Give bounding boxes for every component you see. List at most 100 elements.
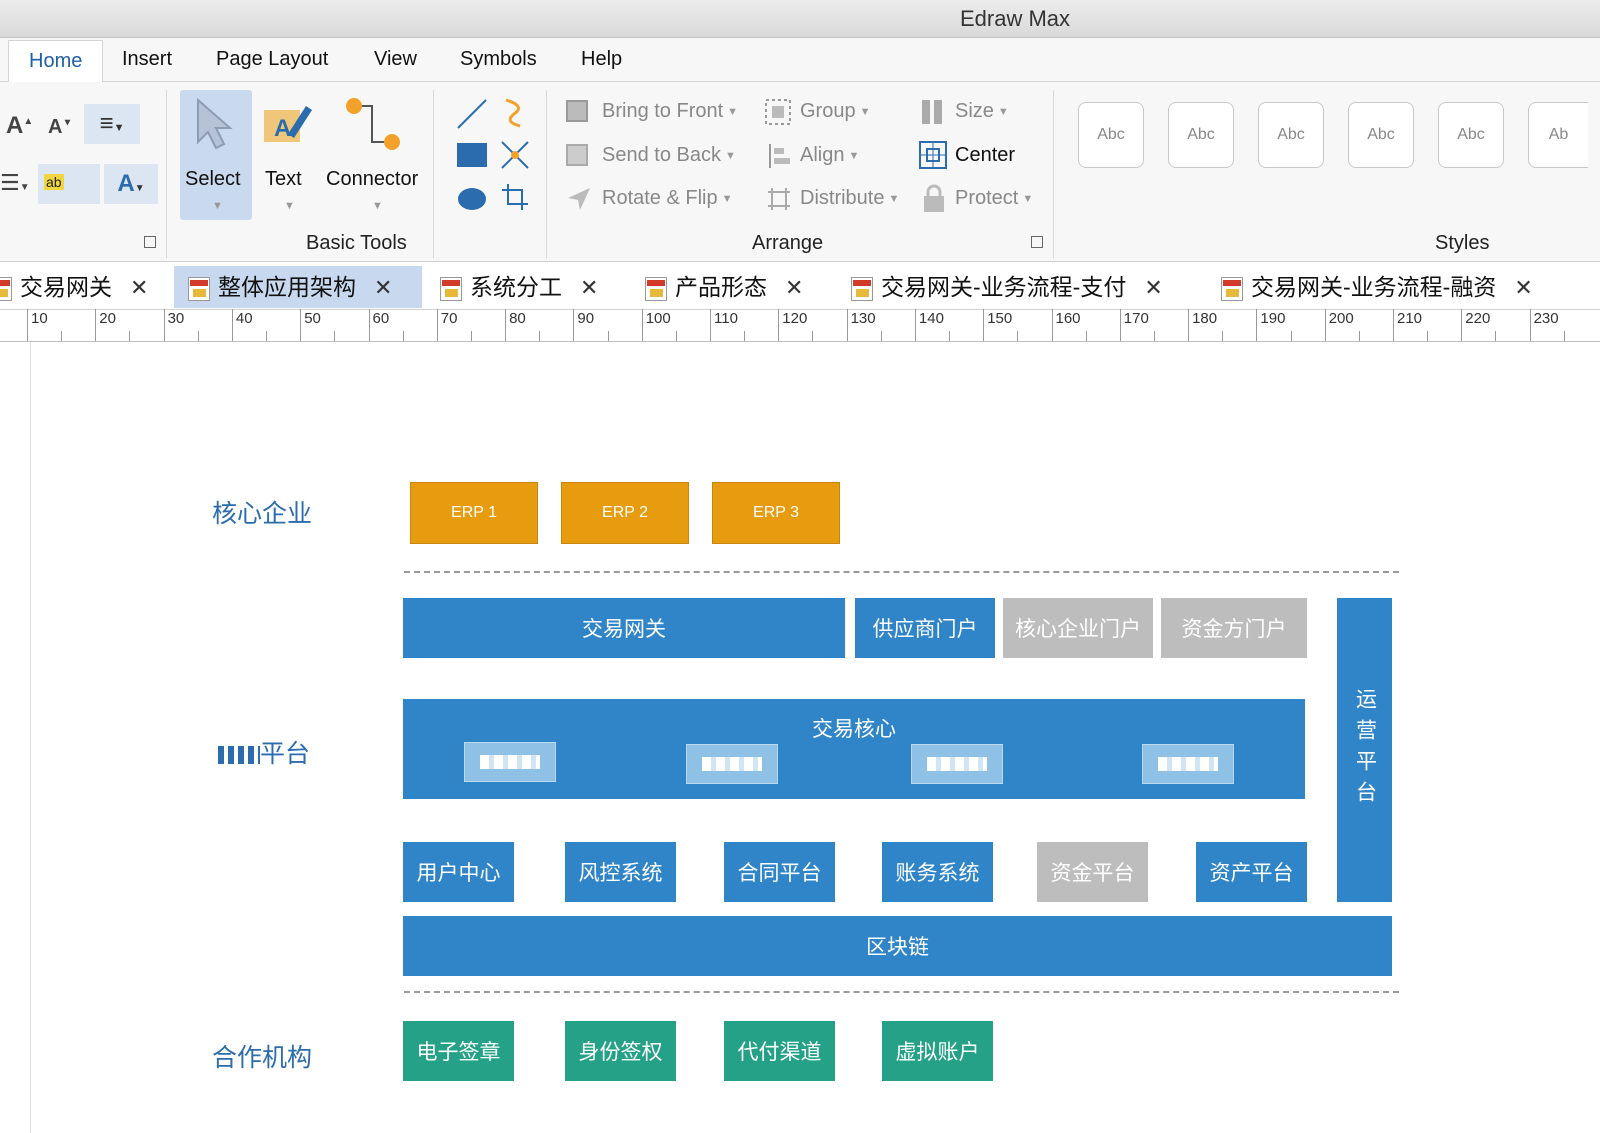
funding-platform-box[interactable]: 资金平台 xyxy=(1037,842,1148,902)
font-dialog-launcher-icon[interactable] xyxy=(144,236,156,248)
close-icon[interactable]: ✕ xyxy=(1144,275,1162,300)
style-preset-2[interactable]: Abc xyxy=(1168,102,1234,168)
style-preset-5[interactable]: Abc xyxy=(1438,102,1504,168)
ruler-tick xyxy=(505,309,507,341)
ruler-label: 70 xyxy=(440,310,458,327)
virtual-account-box[interactable]: 虚拟账户 xyxy=(882,1021,993,1081)
style-preset-3[interactable]: Abc xyxy=(1258,102,1324,168)
e-signature-box[interactable]: 电子签章 xyxy=(403,1021,514,1081)
size-button[interactable]: Size ▼ xyxy=(955,100,1009,123)
ruler-tick xyxy=(914,309,916,341)
tab-page-layout[interactable]: Page Layout xyxy=(212,48,332,71)
doc-tab-overall-architecture[interactable]: 整体应用架构 ✕ xyxy=(174,266,423,308)
ruler-tick xyxy=(1153,331,1155,341)
payment-channel-box[interactable]: 代付渠道 xyxy=(724,1021,835,1081)
style-preset-1[interactable]: Abc xyxy=(1078,102,1144,168)
ruler-tick xyxy=(1324,309,1326,341)
font-color-icon[interactable]: A▼ xyxy=(104,164,158,204)
doc-tab-flow-payment[interactable]: 交易网关-业务流程-支付 ✕ xyxy=(851,266,1163,308)
tab-view[interactable]: View xyxy=(370,48,421,71)
erp-3[interactable]: ERP 3 xyxy=(712,482,840,544)
erp-1[interactable]: ERP 1 xyxy=(410,482,538,544)
identity-auth-box[interactable]: 身份签权 xyxy=(565,1021,676,1081)
ruler-tick xyxy=(675,331,677,341)
rectangle-shape-icon[interactable] xyxy=(456,142,488,168)
font-grow-icon[interactable]: A▲ xyxy=(6,112,33,140)
blockchain-box[interactable]: 区块链 xyxy=(403,916,1392,976)
doc-tab-division[interactable]: 系统分工 ✕ xyxy=(440,266,598,308)
rotate-flip-icon xyxy=(568,188,590,210)
center-button[interactable]: Center xyxy=(955,144,1015,167)
crop-icon[interactable] xyxy=(500,182,530,212)
core-enterprise-portal-box[interactable]: 核心企业门户 xyxy=(1003,598,1153,658)
close-icon[interactable]: ✕ xyxy=(785,275,803,300)
arrange-dialog-launcher-icon[interactable] xyxy=(1031,236,1043,248)
horizontal-ruler[interactable]: 10 20 30 40 50 60 70 80 90 100 110 120 130 140 150 160 1… xyxy=(0,309,1600,342)
close-icon[interactable]: ✕ xyxy=(374,275,392,300)
align-button[interactable]: Align ▼ xyxy=(800,144,859,167)
accounting-system-box[interactable]: 账务系统 xyxy=(882,842,993,902)
style-preset-4[interactable]: Abc xyxy=(1348,102,1414,168)
connector-tool[interactable]: Connector xyxy=(326,168,418,191)
close-icon[interactable]: ✕ xyxy=(580,275,598,300)
ribbon: A▲ A▼ ≡▼ ☰▼ ab A▼ Select ▼ A Text ▼ Conn… xyxy=(0,82,1600,262)
supplier-portal-box[interactable]: 供应商门户 xyxy=(855,598,995,658)
doc-tab-flow-financing[interactable]: 交易网关-业务流程-融资 ✕ xyxy=(1221,266,1533,308)
ruler-label: 110 xyxy=(714,310,738,327)
ruler-label: 20 xyxy=(99,310,116,327)
select-tool[interactable]: Select xyxy=(185,168,241,191)
tab-help[interactable]: Help xyxy=(577,48,626,71)
ruler-label: 120 xyxy=(782,310,808,327)
curve-shape-icon[interactable] xyxy=(500,96,528,130)
window-title: Edraw Max xyxy=(960,6,1071,31)
user-center-box[interactable]: 用户中心 xyxy=(403,842,514,902)
list-icon[interactable]: ☰▼ xyxy=(0,170,30,196)
ruler-tick xyxy=(470,331,472,341)
distribute-icon xyxy=(768,188,790,210)
bring-to-front-button[interactable]: Bring to Front ▼ xyxy=(602,100,738,123)
row-label-core-enterprise: 核心企业 xyxy=(212,500,313,528)
doc-tab-product-form[interactable]: 产品形态 ✕ xyxy=(645,266,803,308)
ruler-tick xyxy=(1290,331,1292,341)
trade-gateway-box[interactable]: 交易网关 xyxy=(403,598,845,658)
distribute-button[interactable]: Distribute ▼ xyxy=(800,187,899,210)
text-pen-icon[interactable]: A xyxy=(262,100,312,148)
contract-platform-box[interactable]: 合同平台 xyxy=(724,842,835,902)
row-label-partners: 合作机构 xyxy=(212,1044,313,1072)
font-shrink-icon[interactable]: A▼ xyxy=(48,116,72,139)
send-to-back-button[interactable]: Send to Back ▼ xyxy=(602,144,736,167)
divider-line xyxy=(404,991,1399,993)
operations-platform-box[interactable]: 运营平台 xyxy=(1337,598,1392,902)
doc-tab-gateway[interactable]: 交易网关 ✕ xyxy=(0,266,148,308)
close-icon[interactable]: ✕ xyxy=(130,275,148,300)
drawing-canvas[interactable]: 核心企业 平台 合作机构 ERP 1 ERP 2 ERP 3 交易网关 供应商门… xyxy=(0,342,1600,1133)
connector-icon[interactable] xyxy=(342,96,406,152)
ruler-tick xyxy=(402,331,404,341)
style-preset-6[interactable]: Ab xyxy=(1528,102,1588,168)
funder-portal-box[interactable]: 资金方门户 xyxy=(1161,598,1307,658)
tab-symbols[interactable]: Symbols xyxy=(456,48,541,71)
erp-2[interactable]: ERP 2 xyxy=(561,482,689,544)
blurred-module xyxy=(686,744,778,784)
group-icon xyxy=(765,99,791,125)
select-arrow-icon[interactable] xyxy=(192,98,238,150)
ruler-tick xyxy=(300,309,302,341)
paragraph-align-icon[interactable]: ≡▼ xyxy=(84,104,140,144)
asset-platform-box[interactable]: 资产平台 xyxy=(1196,842,1307,902)
close-icon[interactable]: ✕ xyxy=(1514,275,1532,300)
risk-control-box[interactable]: 风控系统 xyxy=(565,842,676,902)
ellipse-shape-icon[interactable] xyxy=(456,186,488,212)
ruler-label: 180 xyxy=(1192,310,1218,327)
size-icon xyxy=(922,100,942,124)
ruler-tick xyxy=(1188,309,1190,341)
tab-insert[interactable]: Insert xyxy=(118,48,176,71)
ruler-label: 190 xyxy=(1260,310,1286,327)
rotate-flip-button[interactable]: Rotate & Flip ▼ xyxy=(602,187,733,210)
group-button[interactable]: Group ▼ xyxy=(800,100,870,123)
ruler-tick xyxy=(1256,309,1258,341)
text-tool[interactable]: Text xyxy=(265,168,302,191)
tab-home[interactable]: Home xyxy=(8,40,104,83)
protect-button[interactable]: Protect ▼ xyxy=(955,187,1033,210)
cross-point-icon[interactable] xyxy=(500,140,530,170)
line-shape-icon[interactable] xyxy=(456,98,488,130)
